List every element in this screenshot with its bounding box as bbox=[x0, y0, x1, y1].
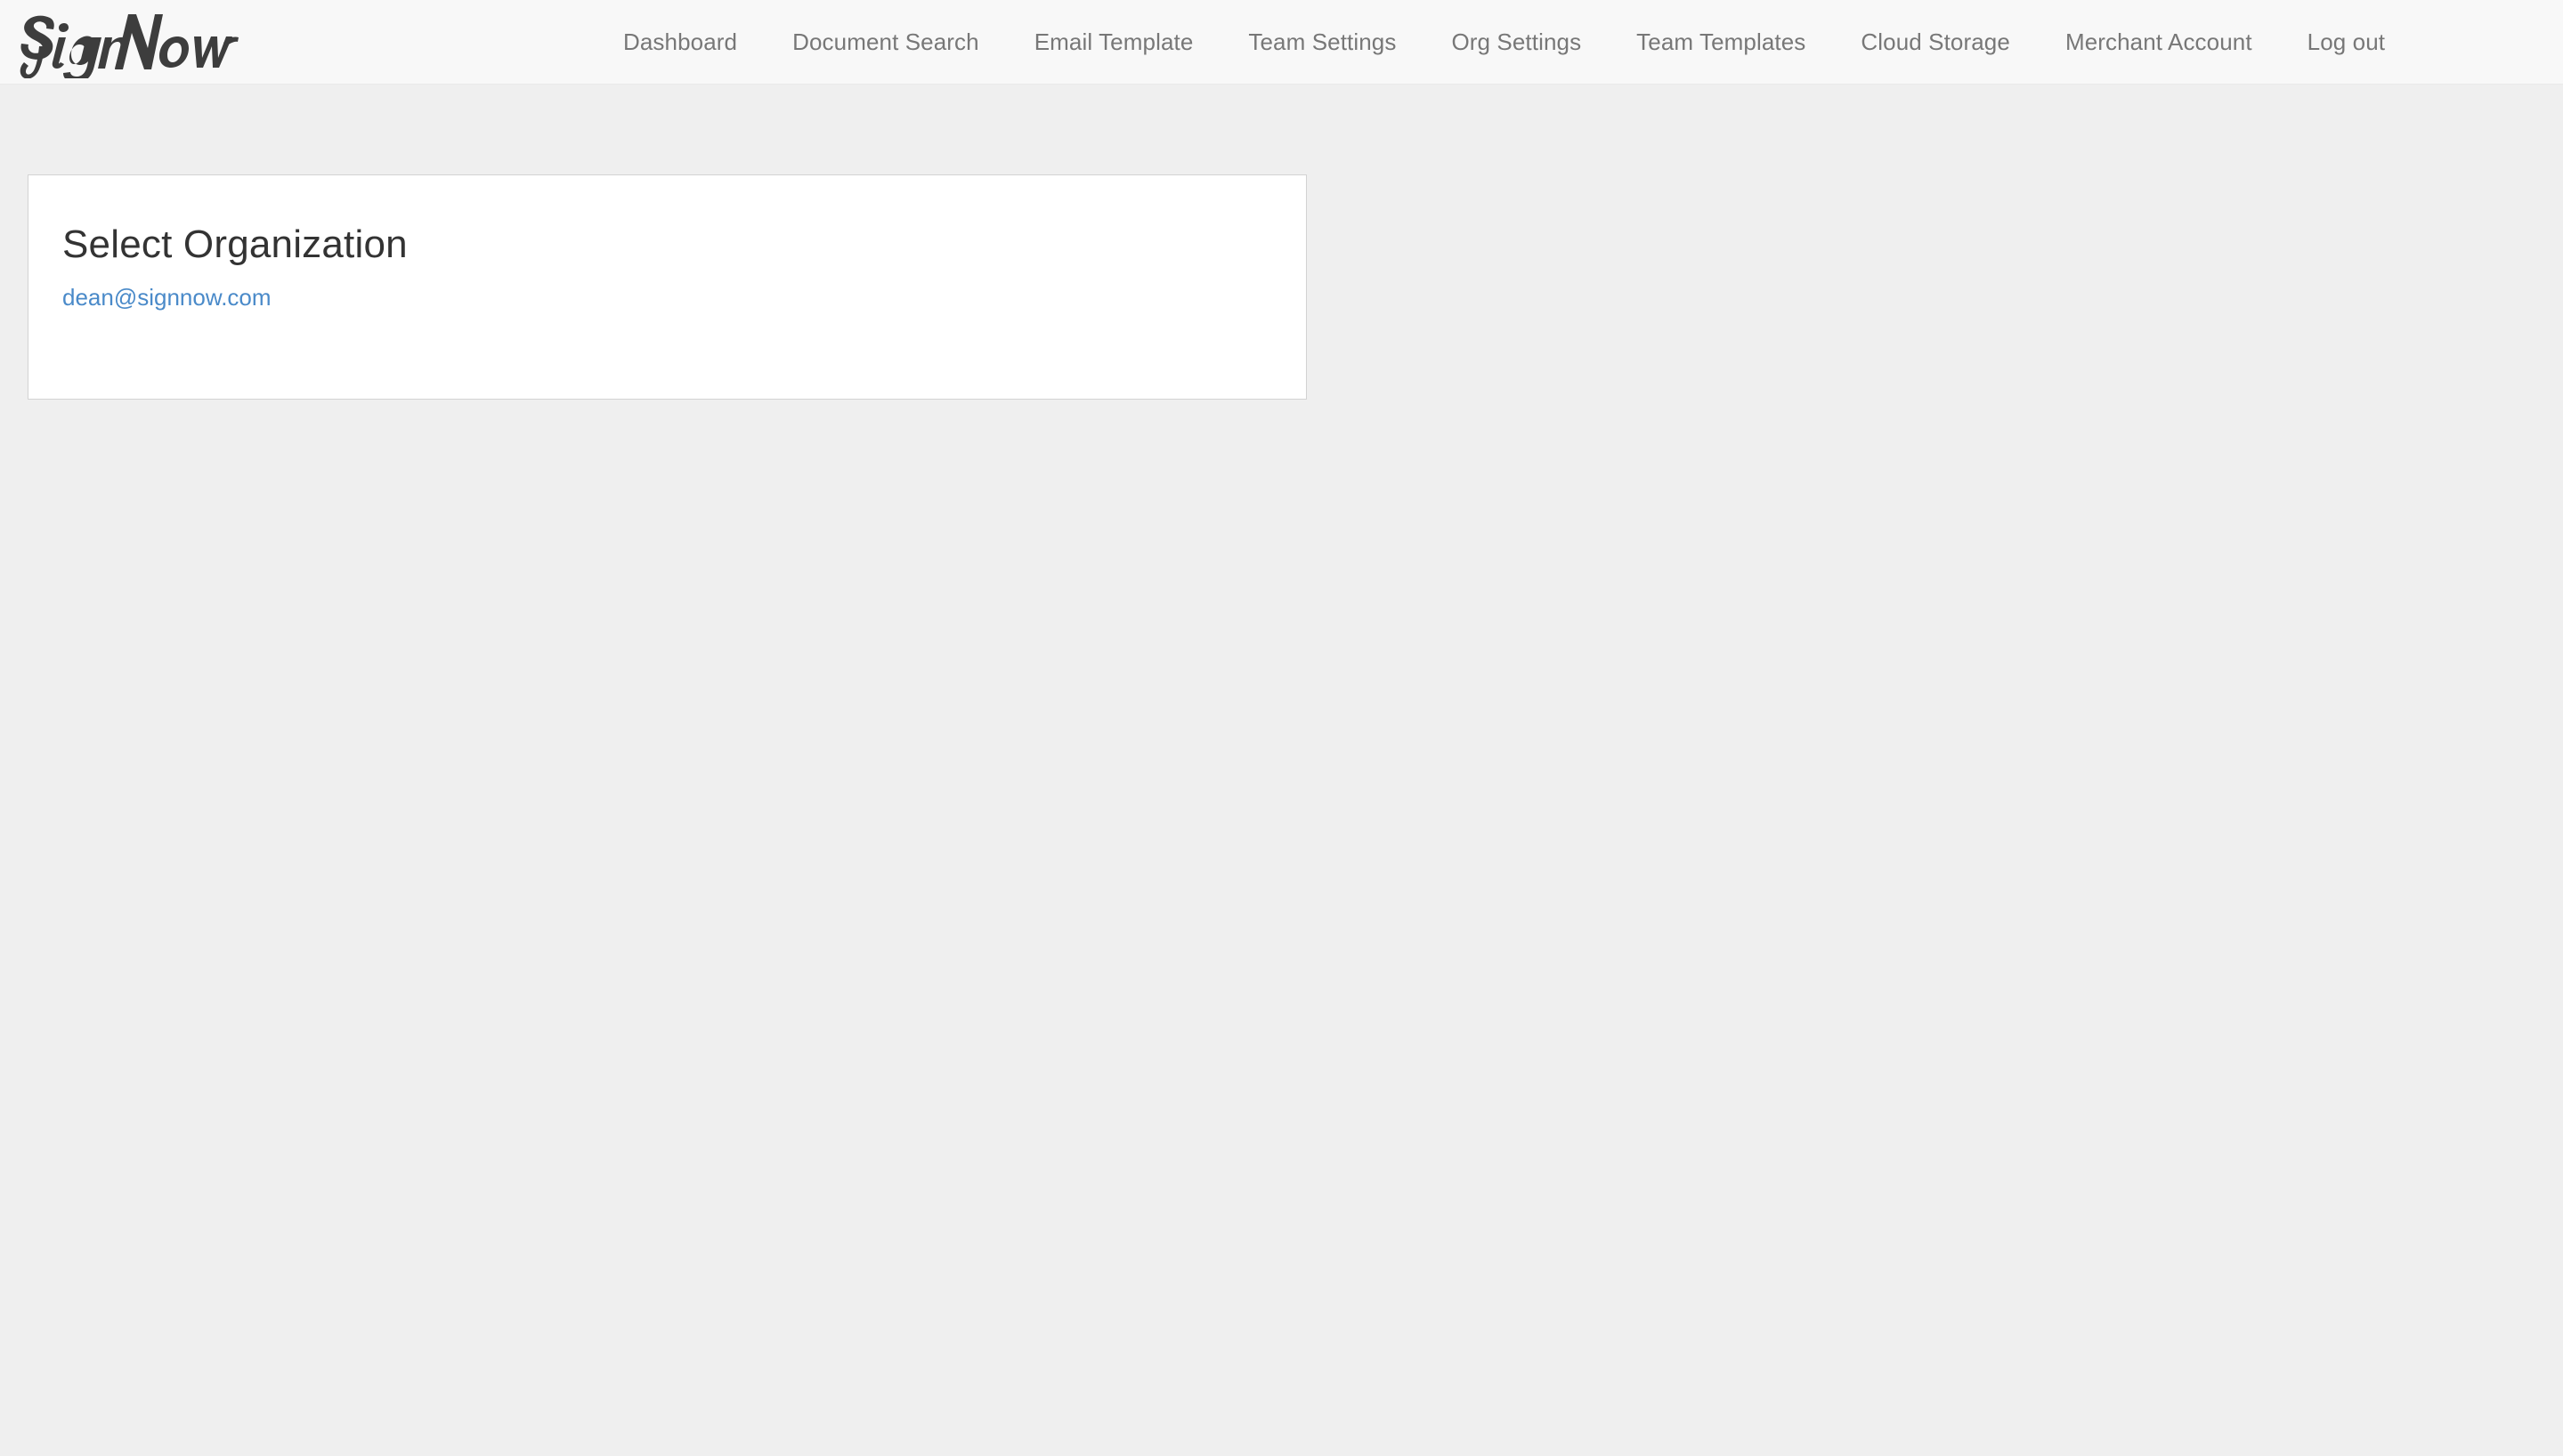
select-organization-card: Select Organization dean@signnow.com bbox=[28, 174, 1307, 400]
card-body: Select Organization dean@signnow.com bbox=[28, 175, 1306, 312]
nav-item-document-search[interactable]: Document Search bbox=[792, 0, 979, 85]
nav-item-team-templates[interactable]: Team Templates bbox=[1636, 0, 1805, 85]
nav-item-log-out[interactable]: Log out bbox=[2308, 0, 2385, 85]
list-item: dean@signnow.com bbox=[62, 282, 1272, 312]
top-navigation-bar: Dashboard Document Search Email Template… bbox=[0, 0, 2563, 85]
nav-item-merchant-account[interactable]: Merchant Account bbox=[2065, 0, 2252, 85]
signnow-logo[interactable] bbox=[16, 0, 239, 85]
nav-item-email-template[interactable]: Email Template bbox=[1034, 0, 1194, 85]
nav-item-team-settings[interactable]: Team Settings bbox=[1248, 0, 1396, 85]
organization-list: dean@signnow.com bbox=[62, 282, 1272, 312]
nav-item-cloud-storage[interactable]: Cloud Storage bbox=[1861, 0, 2010, 85]
nav-item-org-settings[interactable]: Org Settings bbox=[1451, 0, 1581, 85]
signnow-script-logo-icon bbox=[16, 7, 239, 78]
main-content: Select Organization dean@signnow.com bbox=[0, 85, 2563, 1456]
nav-item-dashboard[interactable]: Dashboard bbox=[623, 0, 737, 85]
organization-link-dean[interactable]: dean@signnow.com bbox=[62, 284, 272, 311]
main-nav: Dashboard Document Search Email Template… bbox=[623, 0, 2385, 85]
page-title: Select Organization bbox=[62, 222, 408, 266]
